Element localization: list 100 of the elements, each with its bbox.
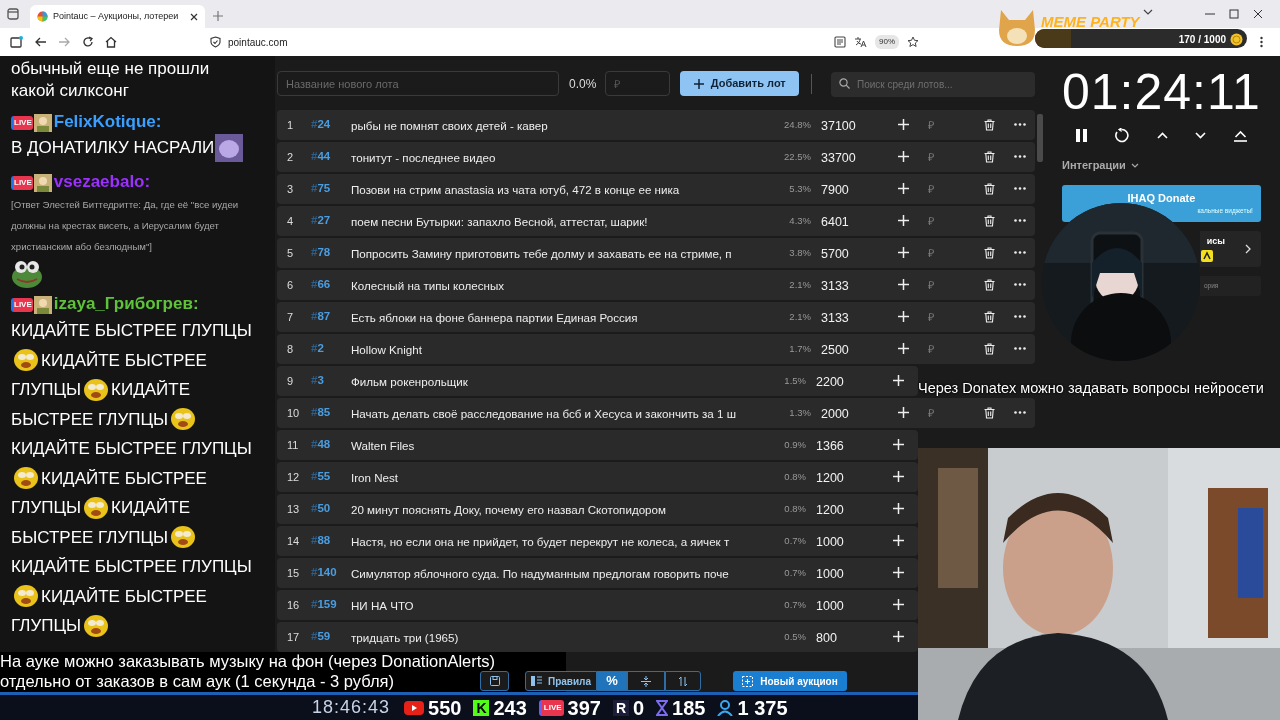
tabs-icon[interactable] — [6, 7, 20, 21]
percent-text: 0.0% — [569, 75, 597, 93]
star-icon[interactable] — [907, 36, 919, 48]
plus-icon[interactable] — [897, 279, 909, 291]
reader-icon[interactable] — [834, 36, 846, 48]
compress-button[interactable] — [627, 671, 665, 691]
lot-row[interactable]: 14 #88 Настя, но если она не прийдет, то будет перекрут не колеса, а яичек т 0.7% 1000 — [277, 526, 918, 556]
trash-icon[interactable] — [983, 214, 995, 227]
home-icon[interactable] — [105, 36, 117, 48]
plus-icon[interactable] — [897, 151, 909, 163]
lot-id: #27 — [311, 213, 332, 229]
lot-row[interactable]: 15 #140 Симулятор яблочного суда. По надуманным предлогам говорить поче 0.7% 1000 — [277, 558, 918, 588]
plus-icon[interactable] — [897, 343, 909, 355]
reload-icon[interactable] — [82, 36, 94, 48]
lot-row[interactable]: 3 #75 Позови на стрим anastasia из чата ютуб, 472 в конце ее ника 5.3% 7900 ₽ — [277, 174, 1035, 204]
plus-icon[interactable] — [892, 535, 904, 547]
new-tab-icon[interactable] — [213, 11, 223, 21]
new-auction-button[interactable]: Новый аукцион — [733, 671, 847, 691]
chat-message: КИДАЙТЕ БЫСТРЕЕ ГЛУПЦЫ — [11, 320, 252, 342]
chat-username: vsezaebalo: — [53, 172, 151, 191]
rules-button[interactable]: Правила — [525, 671, 597, 691]
sidebar-icon[interactable] — [10, 36, 23, 48]
plus-icon[interactable] — [892, 631, 904, 643]
address-bar[interactable]: pointauc.com — [202, 31, 762, 53]
translate-icon[interactable] — [854, 36, 867, 48]
more-icon[interactable] — [1014, 219, 1026, 223]
more-icon[interactable] — [1014, 411, 1026, 415]
plus-icon[interactable] — [892, 599, 904, 611]
pause-icon[interactable] — [1076, 129, 1087, 142]
sort-button[interactable] — [665, 671, 701, 691]
plus-icon[interactable] — [892, 375, 904, 387]
lot-row[interactable]: 8 #2 Hollow Knight 1.7% 2500 ₽ — [277, 334, 1035, 364]
more-icon[interactable] — [1014, 123, 1026, 127]
restart-icon[interactable] — [1114, 128, 1130, 143]
plus-icon[interactable] — [892, 471, 904, 483]
percent-tab[interactable]: % — [597, 671, 627, 691]
trash-icon[interactable] — [983, 246, 995, 259]
plus-icon[interactable] — [892, 439, 904, 451]
trash-icon[interactable] — [983, 278, 995, 291]
more-icon[interactable] — [1014, 315, 1026, 319]
chat-message: КИДАЙТЕ — [111, 379, 190, 401]
lot-row[interactable]: 12 #55 Iron Nest 0.8% 1200 — [277, 462, 918, 492]
chat-message: КИДАЙТЕ БЫСТРЕЕ — [41, 467, 207, 490]
add-lot-button[interactable]: Добавить лот — [680, 71, 800, 96]
plus-icon[interactable] — [897, 407, 909, 419]
trash-icon[interactable] — [983, 150, 995, 163]
subtitle-text: отдельно от заказов в сам аук (1 секунда - 3 рубля) — [0, 673, 394, 690]
maximize-icon[interactable] — [1229, 9, 1239, 19]
menu-icon[interactable] — [1260, 36, 1263, 48]
lot-name-field[interactable]: Название нового лота — [277, 71, 560, 96]
plus-icon[interactable] — [897, 215, 909, 227]
close-icon[interactable] — [1253, 9, 1263, 19]
amount-field[interactable]: ₽ — [605, 71, 671, 96]
play-icon — [404, 700, 425, 715]
lot-row[interactable]: 10 #85 Начать делать своё расследование на бсб и Хесуса и закончить за 1 ш 1.3% 2000 ₽ — [277, 398, 1035, 428]
chat-reply: [Ответ Элестей Биттедритте: Да, где её "все иудеи должны на крестах висеть, а Иерусалим будет христианским або безлюдным"] — [11, 198, 240, 254]
integration-card[interactable]: исы — [1200, 230, 1261, 267]
lot-row[interactable]: 13 #50 20 минут пояснять Доку, почему его назвал Скотопидором 0.8% 1200 — [277, 494, 918, 524]
lot-row[interactable]: 6 #66 Колесный на типы колесных 2.1% 3133 ₽ — [277, 270, 1035, 300]
lot-row[interactable]: 5 #78 Попросить Замину приготовить тебе долму и захавать ее на стриме, п 3.8% 5700 ₽ — [277, 238, 1035, 268]
search-field[interactable]: Поиск среди лотов... — [831, 72, 1035, 97]
browser-tab[interactable]: Pointauc – Аукционы, лотереи — [30, 5, 205, 28]
chevron-down-icon[interactable] — [1143, 8, 1153, 16]
lot-row[interactable]: 4 #27 поем песни Бутырки: запахло Весной, аттестат, шарик! 4.3% 6401 ₽ — [277, 206, 1035, 236]
stat-count: 397 — [567, 696, 601, 719]
add-frame-icon — [742, 675, 754, 687]
plus-icon[interactable] — [897, 311, 909, 323]
integrations-toggle[interactable]: Интеграции — [1062, 157, 1261, 174]
integration-title: IHAQ Donate — [1127, 190, 1196, 206]
trash-icon[interactable] — [983, 342, 995, 355]
trash-icon[interactable] — [983, 182, 995, 195]
lot-row[interactable]: 17 #59 тридцать три (1965) 0.5% 800 — [277, 622, 918, 652]
plus-icon[interactable] — [897, 183, 909, 195]
scrollbar-thumb[interactable] — [1037, 114, 1043, 162]
lot-row[interactable]: 7 #87 Есть яблоки на фоне баннера партии Единая Россия 2.1% 3133 ₽ — [277, 302, 1035, 332]
plus-icon[interactable] — [892, 567, 904, 579]
more-icon[interactable] — [1014, 187, 1026, 191]
chevron-right-icon[interactable] — [1244, 243, 1251, 254]
plus-icon[interactable] — [897, 247, 909, 259]
lot-row[interactable]: 1 #24 рыбы не помнят своих детей - кавер 24.8% 37100 ₽ — [277, 110, 1035, 140]
lot-row[interactable]: 16 #159 НИ НА ЧТО 0.7% 1000 — [277, 590, 918, 620]
trash-icon[interactable] — [983, 118, 995, 131]
plus-icon[interactable] — [897, 119, 909, 131]
more-icon[interactable] — [1014, 347, 1026, 351]
more-icon[interactable] — [1014, 251, 1026, 255]
save-button[interactable] — [480, 671, 509, 691]
chevron-up-icon[interactable] — [1156, 132, 1168, 139]
zoom-level[interactable]: 90% — [875, 35, 899, 49]
lot-row[interactable]: 11 #48 Walten Files 0.9% 1366 — [277, 430, 918, 460]
trash-icon[interactable] — [983, 406, 995, 419]
more-icon[interactable] — [1014, 283, 1026, 287]
back-icon[interactable] — [35, 36, 47, 48]
close-icon[interactable] — [190, 12, 198, 21]
plus-icon[interactable] — [892, 503, 904, 515]
collapse-icon[interactable] — [1233, 129, 1247, 142]
lot-row[interactable]: 9 #3 Фильм рокенрольщик 1.5% 2200 — [277, 366, 918, 396]
more-icon[interactable] — [1014, 155, 1026, 159]
lot-row[interactable]: 2 #44 тонитут - последнее видео 22.5% 33700 ₽ — [277, 142, 1035, 172]
lot-name: Walten Files — [351, 438, 415, 452]
trash-icon[interactable] — [983, 310, 995, 323]
